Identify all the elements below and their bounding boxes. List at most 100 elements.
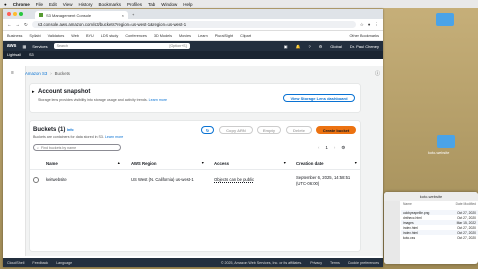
footer-right: © 2025, Amazon Web Services, Inc. or its… — [221, 261, 379, 265]
address-bar-row: ← → ↻ s3.console.aws.amazon.com/s3/bucke… — [3, 19, 383, 31]
desktop-folder-icon[interactable] — [437, 135, 455, 148]
gear-icon[interactable]: ⚙ — [319, 44, 323, 49]
snapshot-desc-text: Storage lens provides visibility into st… — [38, 98, 148, 102]
copy-arn-button[interactable]: Copy ARN — [219, 126, 253, 134]
language-link[interactable]: Language — [56, 261, 72, 265]
side-nav: ≡ — [3, 66, 26, 256]
browser-tab[interactable]: S3 Management Console × — [35, 11, 128, 19]
menu-icon[interactable]: ⋮ — [375, 22, 380, 28]
file-date: Mar 15, 2022 — [456, 220, 476, 225]
page-number[interactable]: 1 — [325, 145, 327, 151]
apple-icon[interactable]: ● — [4, 2, 7, 7]
profile-icon[interactable]: ● — [368, 22, 371, 27]
info-panel-icon[interactable]: ⓘ — [375, 70, 380, 77]
snapshot-description: Storage lens provides visibility into st… — [38, 98, 167, 102]
view-storage-lens-button[interactable]: View Storage Lens dashboard — [283, 94, 355, 102]
create-bucket-button[interactable]: Create bucket — [316, 126, 356, 134]
account-menu[interactable]: Dr. Paul Cheney — [350, 44, 379, 49]
bookmark-item[interactable]: PluralSight — [215, 34, 233, 38]
snapshot-title[interactable]: Account snapshot — [38, 89, 90, 95]
sort-icon[interactable]: ▲ — [117, 161, 121, 165]
column-region[interactable]: AWS Region — [131, 161, 157, 166]
services-icon[interactable]: ▦ — [22, 44, 26, 49]
settings-icon[interactable]: ⚙ — [341, 145, 345, 151]
url-field[interactable]: s3.console.aws.amazon.com/s3/buckets?reg… — [31, 21, 356, 28]
favorite-s3[interactable]: S3 — [29, 53, 34, 57]
row-radio[interactable] — [33, 177, 39, 183]
column-name[interactable]: Name — [46, 161, 58, 166]
bookmark-item[interactable]: 3D Models — [154, 34, 172, 38]
menu-history[interactable]: History — [78, 2, 92, 7]
finder-col-date[interactable]: Date Modified — [456, 202, 476, 206]
cookie-link[interactable]: Cookie preferences — [348, 261, 379, 265]
maximize-icon[interactable] — [19, 12, 23, 16]
bookmark-item[interactable]: LDS study — [101, 34, 119, 38]
bucket-name-link[interactable]: keitwebsite — [46, 177, 67, 182]
sort-icon[interactable]: ▼ — [354, 161, 358, 165]
list-item[interactable]: koto.css Oct 27, 2020 — [401, 235, 478, 240]
bookmark-item[interactable]: Learn — [198, 34, 208, 38]
menu-chrome[interactable]: Chrome — [13, 2, 30, 7]
close-tab-icon[interactable]: × — [122, 13, 124, 18]
learn-more-link[interactable]: Learn more — [149, 98, 167, 102]
close-icon[interactable] — [7, 12, 11, 16]
bell-icon[interactable]: 🔔 — [295, 44, 300, 49]
reload-icon[interactable]: ↻ — [24, 22, 28, 28]
bookmark-item[interactable]: Conferences — [125, 34, 147, 38]
aws-search-input[interactable]: Search [Option+S] — [53, 43, 190, 49]
star-icon[interactable]: ☆ — [360, 22, 364, 28]
bookmark-item[interactable]: Web — [71, 34, 79, 38]
hamburger-icon[interactable]: ≡ — [11, 70, 14, 76]
delete-button[interactable]: Delete — [286, 126, 312, 134]
menu-window[interactable]: Window — [161, 2, 177, 7]
aws-logo[interactable]: aws — [7, 43, 16, 49]
next-page-icon[interactable]: › — [334, 145, 335, 151]
bookmark-item[interactable]: Movies — [179, 34, 191, 38]
help-icon[interactable]: ? — [308, 44, 310, 49]
menu-view[interactable]: View — [63, 2, 73, 7]
breadcrumb-root[interactable]: Amazon S3 — [25, 71, 47, 76]
column-access[interactable]: Access — [214, 161, 229, 166]
terms-link[interactable]: Terms — [330, 261, 340, 265]
back-icon[interactable]: ← — [7, 22, 12, 27]
refresh-button[interactable]: ↻ — [201, 126, 214, 134]
bucket-created: September 6, 2025, 14:58:51 (UTC-06:00) — [296, 175, 351, 186]
minimize-icon[interactable] — [13, 12, 17, 16]
other-bookmarks[interactable]: Other Bookmarks — [349, 34, 379, 38]
sort-icon[interactable]: ▼ — [201, 161, 205, 165]
menu-edit[interactable]: Edit — [49, 2, 57, 7]
menu-file[interactable]: File — [36, 2, 43, 7]
finder-col-name[interactable]: Name — [403, 202, 412, 206]
bookmark-item[interactable]: Business — [7, 34, 22, 38]
cloudshell-icon[interactable]: ▣ — [284, 44, 288, 49]
services-menu[interactable]: Services — [32, 44, 47, 49]
prev-page-icon[interactable]: ‹ — [318, 145, 319, 151]
bookmark-item[interactable]: Clipart — [240, 34, 251, 38]
bucket-search-input[interactable]: ⌕ Find buckets by name — [33, 144, 121, 151]
expand-icon[interactable]: ▸ — [32, 89, 35, 95]
buckets-learn-link[interactable]: Learn more — [105, 135, 123, 139]
region-selector[interactable]: Global — [330, 44, 342, 49]
new-tab-icon[interactable]: + — [132, 12, 134, 17]
favorite-lightsail[interactable]: Lightsail — [7, 53, 21, 57]
feedback-link[interactable]: Feedback — [32, 261, 48, 265]
desktop-folder-icon[interactable] — [436, 13, 454, 26]
bookmark-item[interactable]: Validators — [48, 34, 65, 38]
buckets-description: Buckets are containers for data stored i… — [33, 135, 123, 139]
file-date: Oct 27, 2020 — [457, 210, 476, 215]
menu-help[interactable]: Help — [183, 2, 192, 7]
file-name: dnthecc.html — [403, 215, 422, 220]
cloudshell-link[interactable]: CloudShell — [7, 261, 24, 265]
sort-icon[interactable]: ▼ — [283, 161, 287, 165]
bookmark-item[interactable]: BYU — [86, 34, 94, 38]
bookmarks-bar: Business Syllabi Validators Web BYU LDS … — [3, 31, 383, 41]
privacy-link[interactable]: Privacy — [310, 261, 322, 265]
bookmark-item[interactable]: Syllabi — [29, 34, 40, 38]
menu-tab[interactable]: Tab — [148, 2, 155, 7]
empty-button[interactable]: Empty — [257, 126, 281, 134]
column-created[interactable]: Creation date — [296, 161, 323, 166]
info-link[interactable]: Info — [67, 128, 74, 132]
menu-bookmarks[interactable]: Bookmarks — [98, 2, 121, 7]
menu-profiles[interactable]: Profiles — [127, 2, 142, 7]
forward-icon[interactable]: → — [16, 22, 21, 27]
